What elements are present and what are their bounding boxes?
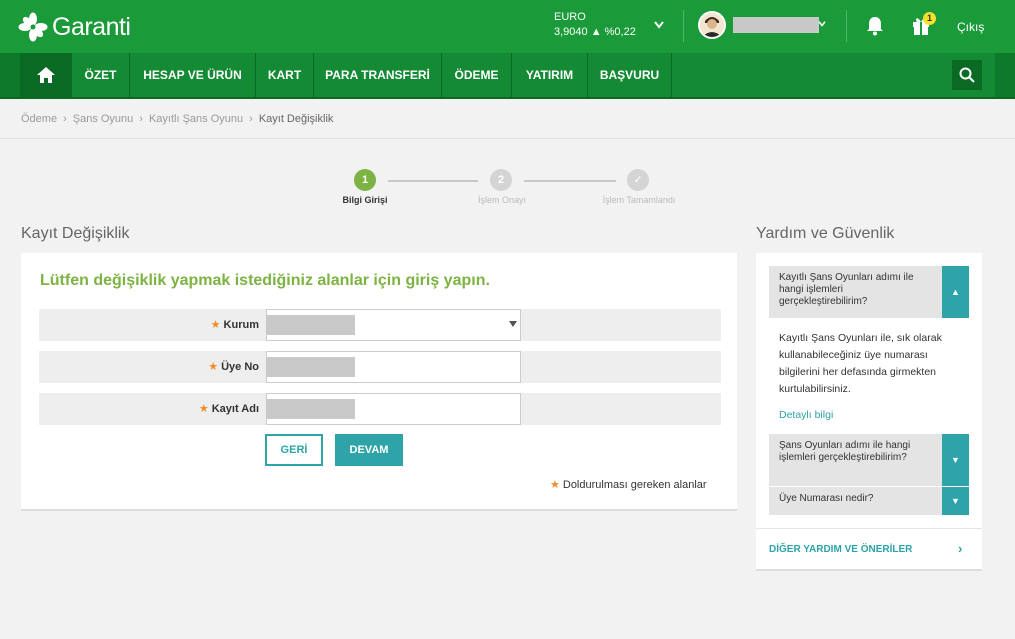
breadcrumb: Ödeme › Şans Oyunu › Kayıtlı Şans Oyunu … <box>21 113 333 125</box>
avatar[interactable] <box>698 11 726 39</box>
top-header <box>0 0 1015 53</box>
user-name-redacted[interactable] <box>733 17 819 33</box>
chevron-right-icon: › <box>63 113 67 125</box>
step-3-check-icon: ✓ <box>627 169 649 191</box>
search-button[interactable] <box>952 60 982 90</box>
chevron-up-icon[interactable]: ▲ <box>942 266 969 318</box>
step-connector <box>388 180 478 182</box>
caret-down-icon <box>509 321 517 327</box>
step-1-circle: 1 <box>354 169 376 191</box>
faq-answer-1: Kayıtlı Şans Oyunları ile, sık olarak ku… <box>779 332 942 395</box>
page-title: Kayıt Değişiklik <box>21 225 130 242</box>
nav-item-basvuru[interactable]: BAŞVURU <box>588 53 672 97</box>
step-2-label: İşlem Onayı <box>477 195 526 205</box>
breadcrumb-item[interactable]: Ödeme <box>21 113 57 125</box>
chevron-down-icon[interactable]: ▼ <box>942 487 969 515</box>
logout-link[interactable]: Çıkış <box>957 20 984 34</box>
divider <box>683 10 684 42</box>
currency-ticker[interactable]: EURO 3,9040 ▲ %0,22 <box>554 10 636 40</box>
faq-question-2[interactable]: Şans Oyunları adımı ile hangi işlemleri … <box>769 434 969 486</box>
required-star-icon: ★ <box>550 479 560 491</box>
currency-name: EURO <box>554 11 586 23</box>
garanti-logo[interactable]: Garanti <box>18 10 131 44</box>
step-3-label: İşlem Tamamlandı <box>602 195 676 205</box>
search-icon <box>959 67 975 83</box>
home-button[interactable] <box>20 53 72 97</box>
field-label-kayit-adi: ★ Kayıt Adı <box>198 403 259 415</box>
chevron-down-icon[interactable] <box>654 21 664 29</box>
field-label-uye-no: ★ Üye No <box>208 361 259 373</box>
nav-item-ozet[interactable]: ÖZET <box>72 53 130 97</box>
divider <box>0 138 1015 139</box>
nav-item-odeme[interactable]: ÖDEME <box>442 53 512 97</box>
notification-badge: 1 <box>923 12 936 25</box>
divider <box>756 528 982 529</box>
chevron-down-icon[interactable]: ▼ <box>942 434 969 486</box>
bell-icon[interactable] <box>866 16 884 36</box>
nav-item-para-transferi[interactable]: PARA TRANSFERİ <box>314 53 442 97</box>
home-icon <box>37 67 55 83</box>
form-heading: Lütfen değişiklik yapmak istediğiniz ala… <box>40 272 490 289</box>
step-1-label: Bilgi Girişi <box>342 195 388 205</box>
faq-question-3[interactable]: Üye Numarası nedir? <box>769 487 969 515</box>
kayit-adi-value-redacted <box>266 399 355 419</box>
breadcrumb-item[interactable]: Şans Oyunu <box>73 113 134 125</box>
currency-value: 3,9040 ▲ %0,22 <box>554 26 636 38</box>
required-star-icon: ★ <box>208 361 219 373</box>
chevron-right-icon[interactable]: › <box>958 541 962 556</box>
more-help-link[interactable]: DİĞER YARDIM VE ÖNERİLER <box>769 544 912 555</box>
faq-question-1[interactable]: Kayıtlı Şans Oyunları adımı ile hangi iş… <box>769 266 969 318</box>
nav-item-kart[interactable]: KART <box>256 53 314 97</box>
nav-item-hesap-ve-urun[interactable]: HESAP VE ÜRÜN <box>130 53 256 97</box>
chevron-right-icon: › <box>139 113 143 125</box>
continue-button[interactable]: DEVAM <box>335 434 403 466</box>
logo-text: Garanti <box>52 12 131 41</box>
field-label-kurum: ★ Kurum <box>210 319 259 331</box>
kurum-value-redacted <box>266 315 355 335</box>
divider <box>846 10 847 42</box>
required-star-icon: ★ <box>198 403 209 415</box>
breadcrumb-item[interactable]: Kayıtlı Şans Oyunu <box>149 113 243 125</box>
nav-item-yatirim[interactable]: YATIRIM <box>512 53 588 97</box>
detail-link[interactable]: Detaylı bilgi <box>779 409 833 421</box>
breadcrumb-current: Kayıt Değişiklik <box>258 113 334 125</box>
chevron-down-icon[interactable] <box>818 21 826 27</box>
clover-logo-icon <box>18 12 48 42</box>
step-connector <box>524 180 616 182</box>
back-button[interactable]: GERİ <box>265 434 323 466</box>
required-fields-note: ★ Doldurulması gereken alanlar <box>550 479 707 491</box>
help-title: Yardım ve Güvenlik <box>756 225 895 242</box>
required-star-icon: ★ <box>210 319 221 331</box>
chevron-right-icon: › <box>249 113 253 125</box>
uye-no-value-redacted <box>266 357 355 377</box>
step-2-circle: 2 <box>490 169 512 191</box>
